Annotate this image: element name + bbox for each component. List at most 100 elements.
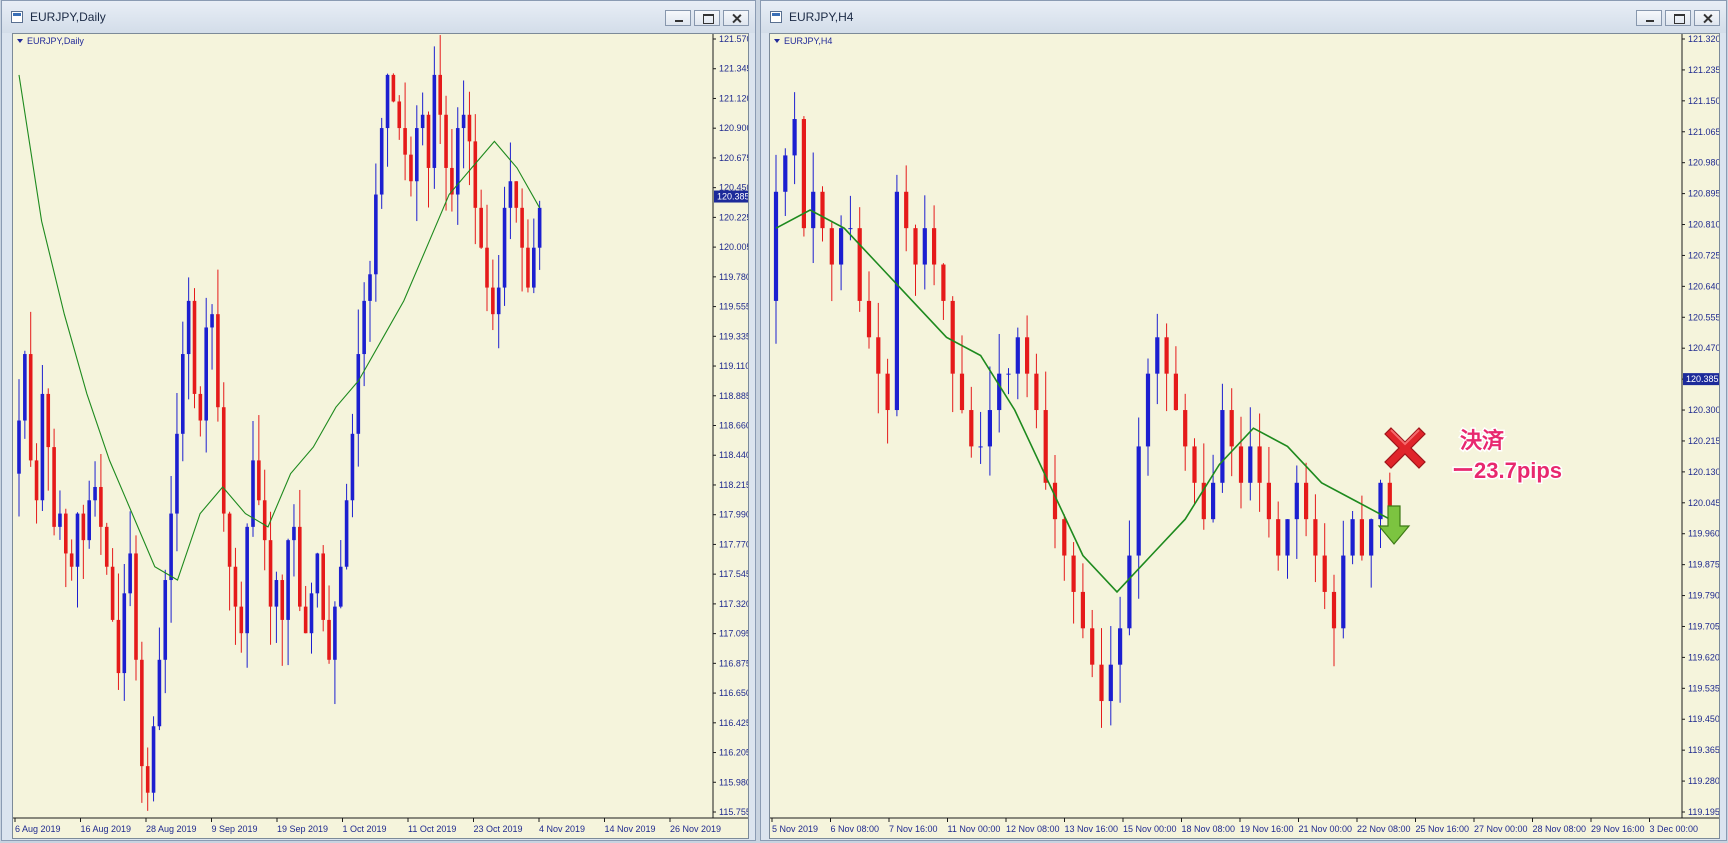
time-tick-label: 28 Aug 2019 [146,824,197,834]
price-tick-label: 119.705 [1688,621,1719,631]
candle-body [356,354,361,434]
price-tick-label: 116.205 [719,748,748,758]
time-tick-label: 15 Nov 00:00 [1123,824,1177,834]
daily-chart-svg[interactable]: EURJPY,Daily 121.570 121.345 121.120 120.90… [13,34,748,838]
candle-body [140,659,144,767]
window-titlebar[interactable]: EURJPY,H4 [761,1,1726,33]
price-tick-label: 116.425 [719,718,748,728]
candle-body [532,247,536,288]
chart-canvas-h4[interactable]: EURJPY,H4 121.320 121.235 121.150 121.065 12… [769,33,1720,839]
candle-body [64,513,68,554]
price-tick-label: 120.045 [1688,498,1719,508]
close-button[interactable] [1694,10,1720,26]
candle-body [46,393,51,448]
candle-body [145,766,150,793]
candle-body [163,580,168,660]
candle-body [866,300,872,338]
time-tick-label: 28 Nov 08:00 [1533,824,1587,834]
candle-body [327,619,331,660]
candle-body [1173,373,1178,411]
minimize-button[interactable] [665,10,691,26]
price-tick-label: 120.810 [1688,220,1719,230]
chart-window-icon [770,11,782,23]
candle-body [23,354,27,421]
price-tick-label: 119.780 [719,272,748,282]
candle-body [1127,555,1132,629]
candle-body [280,580,285,620]
candle-body [1331,591,1337,629]
minimize-button[interactable] [1636,10,1662,26]
time-tick-label: 11 Oct 2019 [408,824,456,834]
candle-body [913,228,918,265]
candle-body [403,128,407,155]
h4-chart-svg[interactable]: EURJPY,H4 121.320121.235121.150121.06512… [770,34,1719,838]
chart-window-h4[interactable]: EURJPY,H4 EURJPY,H4 121.320 121.235 121.15… [760,0,1727,841]
symbol-label: EURJPY,Daily [27,36,84,46]
candle-body [58,513,62,527]
chart-window-icon [11,11,23,23]
price-tick-label: 119.110 [719,361,748,371]
price-tick-label: 121.570 [719,34,748,44]
price-tick-label: 118.660 [719,421,748,431]
time-tick-label: 19 Sep 2019 [277,824,328,834]
candle-body [134,553,138,660]
price-tick-label: 117.990 [719,510,748,520]
candle-body [181,354,185,434]
price-tick-label: 120.980 [1688,158,1719,168]
candle-body [491,287,495,315]
candle-body [997,373,1002,411]
symbol-dropdown-icon[interactable] [17,39,23,43]
time-tick-label: 22 Nov 08:00 [1357,824,1411,834]
time-tick-label: 26 Nov 2019 [670,824,721,834]
candle-body [1015,337,1020,374]
price-tick-label: 116.875 [719,658,748,668]
candle-body [1118,628,1123,665]
candle-body [28,354,33,461]
time-tick-label: 6 Aug 2019 [15,824,61,834]
candle-body [959,373,965,411]
candle-body [87,500,91,541]
maximize-button[interactable] [694,10,720,26]
price-tick-label: 120.225 [719,212,748,222]
candle-body [221,407,226,514]
chart-canvas-daily[interactable]: EURJPY,Daily 121.570 121.345 121.120 120.90… [12,33,749,839]
close-button[interactable] [723,10,749,26]
candle-body [233,566,238,607]
candle-body [1238,446,1244,483]
time-tick-label: 12 Nov 08:00 [1006,824,1060,834]
price-tick-label: 117.320 [719,599,748,609]
h4-candles [773,92,1392,728]
maximize-button[interactable] [1665,10,1691,26]
candle-body [262,500,267,541]
price-tick-label: 118.885 [719,391,748,401]
price-tick-label: 121.345 [719,64,748,74]
window-titlebar[interactable]: EURJPY,Daily [2,1,755,33]
price-tick-label: 119.960 [1688,529,1719,539]
candle-body [333,606,337,660]
candle-body [1145,373,1151,447]
candle-body [128,553,132,594]
candle-body [303,606,308,634]
candle-body [461,114,466,129]
price-tick-label: 117.095 [719,629,748,639]
window-title: EURJPY,Daily [30,10,106,24]
price-tick-label: 117.545 [719,569,748,579]
candle-body [1136,446,1141,556]
price-tick-label: 118.440 [719,450,748,460]
daily-moving-average-line [18,74,541,581]
candle-body [1155,337,1160,374]
candle-body [1080,591,1085,629]
candle-body [1359,519,1364,556]
time-tick-label: 14 Nov 2019 [605,824,656,834]
candle-body [969,410,974,447]
price-tick-label: 120.130 [1688,467,1719,477]
chart-window-daily[interactable]: EURJPY,Daily EURJPY,Daily 121.570 121.345… [1,0,756,841]
candle-body [978,446,983,448]
candle-body [385,74,390,129]
candle-body [502,207,507,288]
price-tick-label: 119.280 [1688,776,1719,786]
candle-body [473,141,478,208]
symbol-dropdown-icon[interactable] [774,39,780,43]
time-tick-label: 19 Nov 16:00 [1240,824,1294,834]
candle-body [1285,519,1290,556]
